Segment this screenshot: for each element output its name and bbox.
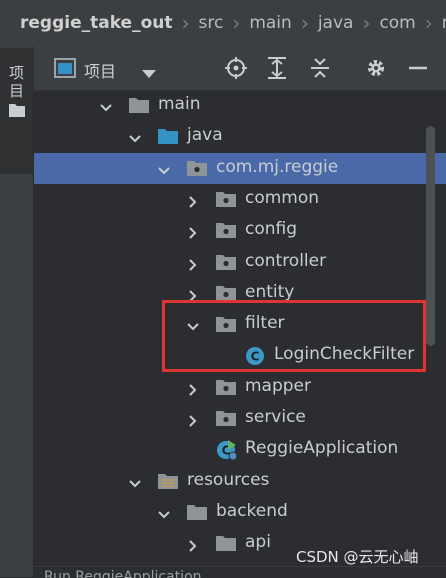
tree-node-label: config [245, 219, 298, 240]
gear-icon[interactable] [364, 57, 388, 79]
project-view-icon [54, 58, 76, 82]
tree-node-label: service [245, 407, 306, 427]
chevron-down-icon[interactable] [129, 130, 141, 143]
chevron-down-icon[interactable] [100, 99, 112, 112]
folder-icon [9, 102, 25, 121]
tree-node-label: resources [187, 469, 270, 490]
chevron-right-icon[interactable] [187, 412, 199, 427]
package-icon [216, 409, 236, 431]
chevron-down-icon[interactable] [129, 475, 141, 488]
chevron-right-icon[interactable] [187, 537, 199, 552]
tree-node[interactable]: C ReggieApplication [34, 434, 446, 465]
folder-icon [129, 96, 149, 118]
svg-text:C: C [251, 350, 260, 364]
package-icon [187, 159, 207, 181]
chevron-down-icon[interactable] [158, 162, 170, 175]
tree-node[interactable]: controller [34, 247, 446, 278]
tree-node-label: mapper [245, 375, 312, 396]
package-icon [216, 253, 236, 275]
resources-folder-icon [158, 472, 178, 494]
collapse-all-icon[interactable] [308, 57, 332, 79]
locate-icon[interactable] [224, 57, 248, 79]
breadcrumb-java[interactable]: java [318, 13, 354, 33]
tree-node[interactable]: resources [34, 466, 446, 497]
tree-node[interactable]: entity [34, 278, 446, 309]
bottom-tool-bar: Run ReggieApplication [34, 566, 446, 578]
project-view-selector[interactable]: 项目 [84, 58, 116, 82]
breadcrumb: reggie_take_out › src › main › java › co… [0, 0, 446, 47]
source-folder-icon [158, 127, 178, 149]
breadcrumb-separator-icon: › [300, 11, 309, 35]
project-tool-window-tab[interactable]: 项目 [0, 48, 33, 174]
minimize-icon[interactable] [406, 57, 430, 79]
breadcrumb-main[interactable]: main [249, 13, 291, 33]
breadcrumb-com[interactable]: com [379, 13, 415, 33]
project-tree: main java com.mj.reggie common config control… [34, 91, 446, 577]
tree-node[interactable]: config [34, 215, 446, 246]
tree-node[interactable]: backend [34, 497, 446, 528]
folder-icon [216, 534, 236, 556]
chevron-right-icon[interactable] [187, 193, 199, 208]
chevron-right-icon[interactable] [187, 224, 199, 239]
chevron-down-icon[interactable] [158, 506, 170, 519]
chevron-down-icon[interactable] [187, 318, 199, 331]
chevron-right-icon[interactable] [187, 287, 199, 302]
watermark: CSDN @云无心岫 [296, 548, 419, 566]
tool-window-strip: 项目 [0, 46, 34, 577]
breadcrumb-mj[interactable]: mj [442, 13, 446, 33]
project-panel-toolbar: 项目 [34, 46, 446, 91]
package-icon [216, 378, 236, 400]
class-icon: C [245, 346, 265, 370]
tree-node[interactable]: common [34, 184, 446, 215]
spring-application-icon: C [216, 440, 240, 466]
tree-node-label: controller [245, 250, 327, 271]
breadcrumb-separator-icon: › [424, 11, 433, 35]
tree-node[interactable]: java [34, 121, 446, 152]
package-icon [216, 221, 236, 243]
tree-node-label: api [245, 532, 271, 553]
package-icon [216, 190, 236, 212]
tree-node-label: java [187, 125, 223, 146]
tree-node[interactable]: mapper [34, 372, 446, 403]
breadcrumb-project[interactable]: reggie_take_out [20, 13, 173, 33]
package-icon [216, 284, 236, 306]
chevron-right-icon[interactable] [187, 256, 199, 271]
tree-node[interactable]: filter [34, 309, 446, 340]
tree-node[interactable]: com.mj.reggie [34, 152, 446, 184]
breadcrumb-src[interactable]: src [199, 13, 224, 33]
breadcrumb-separator-icon: › [362, 11, 371, 35]
tree-node-label: backend [216, 500, 288, 521]
vertical-scrollbar[interactable] [426, 126, 435, 346]
chevron-right-icon[interactable] [187, 381, 199, 396]
tree-node-label: common [245, 187, 320, 208]
tree-node[interactable]: service [34, 403, 446, 434]
tree-node[interactable]: C LoginCheckFilter [34, 340, 446, 371]
tree-node-label: com.mj.reggie [216, 156, 339, 177]
project-tab-label: 项目 [9, 64, 25, 100]
chevron-down-icon[interactable] [142, 64, 156, 83]
tree-node-label: LoginCheckFilter [274, 344, 415, 365]
tree-node-label: main [158, 94, 201, 114]
breadcrumb-separator-icon: › [181, 11, 190, 35]
tree-node-label: entity [245, 281, 295, 302]
package-icon [216, 315, 236, 337]
tree-node-label: filter [245, 313, 285, 334]
expand-all-icon[interactable] [265, 57, 289, 79]
folder-icon [187, 503, 207, 525]
tree-node-label: ReggieApplication [245, 438, 399, 459]
breadcrumb-separator-icon: › [232, 11, 241, 35]
tree-node[interactable]: main [34, 91, 446, 121]
